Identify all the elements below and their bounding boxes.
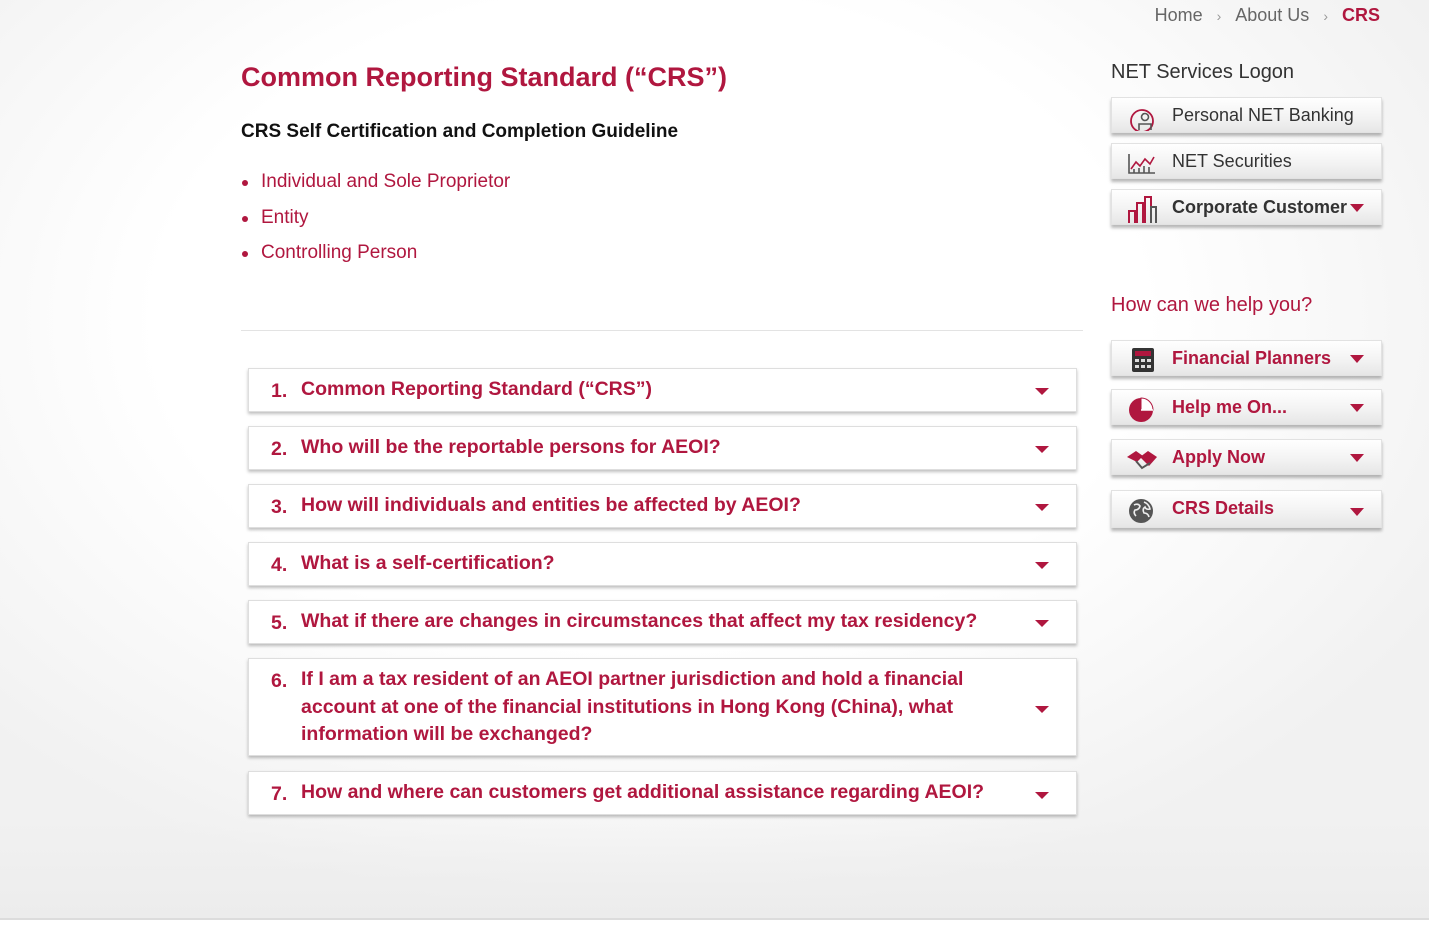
dropdown-arrow-icon bbox=[1350, 204, 1364, 212]
page-title: Common Reporting Standard (“CRS”) bbox=[241, 62, 727, 92]
footer bbox=[0, 920, 1429, 934]
caret-down-icon bbox=[1035, 620, 1049, 627]
breadcrumb-home[interactable]: Home bbox=[1155, 5, 1203, 26]
corporate-customer-button[interactable]: Corporate Customer bbox=[1111, 189, 1382, 225]
faq-number: 2. bbox=[271, 438, 288, 460]
net-services-heading: NET Services Logon bbox=[1111, 61, 1295, 83]
faq-item-4[interactable]: 4. What is a self-certification? bbox=[248, 542, 1077, 586]
help-heading: How can we help you? bbox=[1111, 294, 1313, 316]
list-item: Individual and Sole Proprietor bbox=[241, 171, 510, 207]
calculator-icon bbox=[1126, 346, 1158, 374]
crs-details-button[interactable]: CRS Details bbox=[1111, 490, 1382, 528]
globe-icon bbox=[1126, 496, 1158, 524]
faq-number: 4. bbox=[271, 554, 288, 576]
caret-down-icon bbox=[1035, 792, 1049, 799]
faq-question: How will individuals and entities be aff… bbox=[301, 494, 801, 516]
faq-item-5[interactable]: 5. What if there are changes in circumst… bbox=[248, 600, 1077, 644]
faq-number: 1. bbox=[271, 380, 288, 402]
button-label: NET Securities bbox=[1172, 151, 1292, 171]
bullet-icon bbox=[242, 180, 248, 186]
caret-down-icon bbox=[1035, 504, 1049, 511]
faq-item-2[interactable]: 2. Who will be the reportable persons fo… bbox=[248, 426, 1077, 470]
dropdown-arrow-icon bbox=[1350, 404, 1364, 412]
building-icon bbox=[1126, 195, 1158, 223]
faq-question: Who will be the reportable persons for A… bbox=[301, 436, 721, 458]
net-securities-button[interactable]: NET Securities bbox=[1111, 143, 1382, 179]
list-item: Controlling Person bbox=[241, 242, 510, 278]
bullet-icon bbox=[242, 215, 248, 222]
breadcrumb-separator: › bbox=[1216, 7, 1222, 24]
caret-down-icon bbox=[1035, 706, 1049, 713]
link-individual-sole-proprietor[interactable]: Individual and Sole Proprietor bbox=[261, 171, 510, 193]
faq-number: 3. bbox=[271, 496, 288, 518]
list-item: Entity bbox=[241, 207, 510, 243]
button-label: CRS Details bbox=[1172, 498, 1275, 518]
breadcrumb-separator: › bbox=[1323, 7, 1328, 24]
breadcrumb: Home › About Us › CRS bbox=[1155, 5, 1380, 26]
faq-item-1[interactable]: 1. Common Reporting Standard (“CRS”) bbox=[248, 368, 1077, 412]
person-lock-icon bbox=[1126, 103, 1158, 133]
faq-question: Common Reporting Standard (“CRS”) bbox=[301, 378, 652, 400]
faq-number: 5. bbox=[271, 612, 288, 634]
guideline-heading: CRS Self Certification and Completion Gu… bbox=[241, 121, 679, 142]
faq-item-7[interactable]: 7. How and where can customers get addit… bbox=[248, 771, 1077, 815]
breadcrumb-current: CRS bbox=[1341, 5, 1380, 25]
button-label: Apply Now bbox=[1172, 447, 1265, 467]
caret-down-icon bbox=[1035, 562, 1049, 569]
button-label: Help me On... bbox=[1172, 397, 1288, 417]
pie-chart-icon bbox=[1126, 395, 1158, 423]
bullet-icon bbox=[242, 251, 248, 257]
faq-item-6[interactable]: 6. If I am a tax resident of an AEOI par… bbox=[248, 658, 1077, 756]
faq-question: How and where can customers get addition… bbox=[301, 781, 985, 803]
background-shade bbox=[0, 820, 1429, 920]
apply-now-button[interactable]: Apply Now bbox=[1111, 439, 1382, 475]
financial-planners-button[interactable]: Financial Planners bbox=[1111, 340, 1382, 376]
guideline-links: Individual and Sole Proprietor Entity Co… bbox=[241, 171, 510, 278]
dropdown-arrow-icon bbox=[1350, 454, 1364, 462]
stock-chart-icon bbox=[1126, 149, 1158, 177]
faq-item-3[interactable]: 3. How will individuals and entities be … bbox=[248, 484, 1077, 528]
handshake-icon bbox=[1126, 445, 1158, 473]
faq-number: 6. bbox=[271, 670, 288, 692]
button-label: Financial Planners bbox=[1172, 348, 1332, 368]
link-entity[interactable]: Entity bbox=[261, 207, 309, 229]
faq-question: What is a self-certification? bbox=[301, 552, 555, 574]
caret-down-icon bbox=[1035, 446, 1049, 453]
breadcrumb-about-us[interactable]: About Us bbox=[1235, 5, 1309, 26]
button-label: Personal NET Banking bbox=[1172, 105, 1354, 125]
button-label: Corporate Customer bbox=[1172, 197, 1348, 217]
caret-down-icon bbox=[1035, 388, 1049, 395]
faq-question: If I am a tax resident of an AEOI partne… bbox=[301, 668, 964, 745]
section-divider bbox=[241, 330, 1083, 331]
dropdown-arrow-icon bbox=[1350, 355, 1364, 363]
faq-number: 7. bbox=[271, 783, 288, 805]
dropdown-arrow-icon bbox=[1350, 508, 1364, 516]
faq-question: What if there are changes in circumstanc… bbox=[301, 610, 978, 632]
link-controlling-person[interactable]: Controlling Person bbox=[261, 242, 417, 264]
help-me-on-button[interactable]: Help me On... bbox=[1111, 389, 1382, 425]
personal-net-banking-button[interactable]: Personal NET Banking bbox=[1111, 97, 1382, 133]
